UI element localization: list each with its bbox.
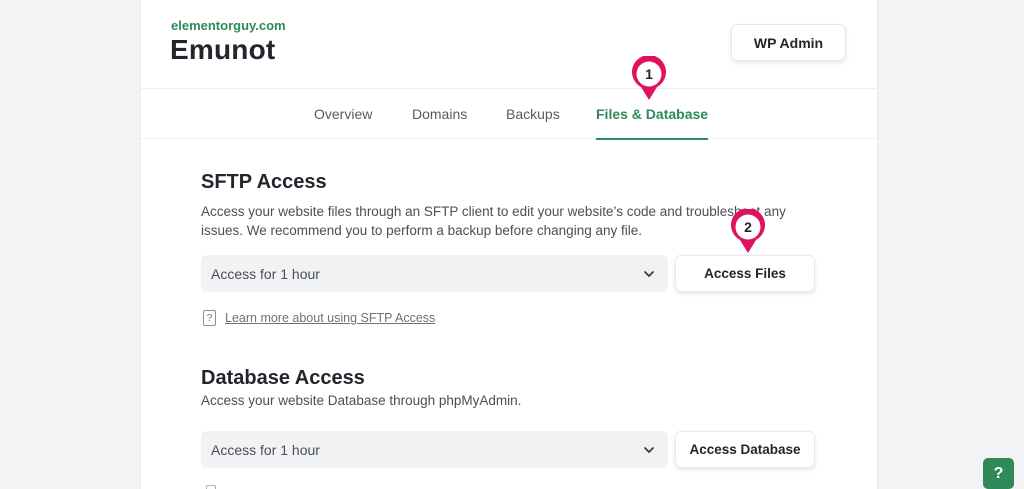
access-database-button[interactable]: Access Database	[675, 431, 815, 468]
marker-number-2: 2	[744, 219, 752, 235]
question-doc-icon: ?	[203, 310, 216, 326]
sftp-select-value: Access for 1 hour	[211, 265, 320, 282]
question-glyph: ?	[206, 312, 213, 324]
database-section-title: Database Access	[201, 367, 365, 389]
map-pin-marker-icon: 2	[731, 209, 765, 253]
marker-number-1: 1	[645, 66, 653, 82]
learn-more-text: Learn more about using SFTP Access	[225, 311, 436, 325]
tab-bar: Overview Domains Backups Files & Databas…	[141, 88, 877, 140]
wp-admin-button[interactable]: WP Admin	[731, 24, 846, 61]
sftp-section-title: SFTP Access	[201, 171, 327, 193]
map-pin-marker-icon: 1	[632, 56, 666, 100]
chevron-down-icon	[644, 270, 654, 277]
access-files-button[interactable]: Access Files	[675, 255, 815, 292]
site-title: Emunot	[170, 34, 276, 65]
database-description: Access your website Database through php…	[201, 393, 522, 408]
checkbox-partial[interactable]	[206, 485, 216, 489]
database-duration-select[interactable]: Access for 1 hour	[201, 431, 668, 468]
help-button[interactable]: ?	[983, 458, 1014, 489]
database-select-value: Access for 1 hour	[211, 441, 320, 458]
tab-backups[interactable]: Backups	[506, 89, 560, 139]
tab-domains[interactable]: Domains	[412, 89, 467, 139]
chevron-down-icon	[644, 446, 654, 453]
learn-more-link[interactable]: ? Learn more about using SFTP Access	[203, 310, 435, 326]
site-domain: elementorguy.com	[171, 18, 286, 33]
tab-overview[interactable]: Overview	[314, 89, 372, 139]
sftp-duration-select[interactable]: Access for 1 hour	[201, 255, 668, 292]
